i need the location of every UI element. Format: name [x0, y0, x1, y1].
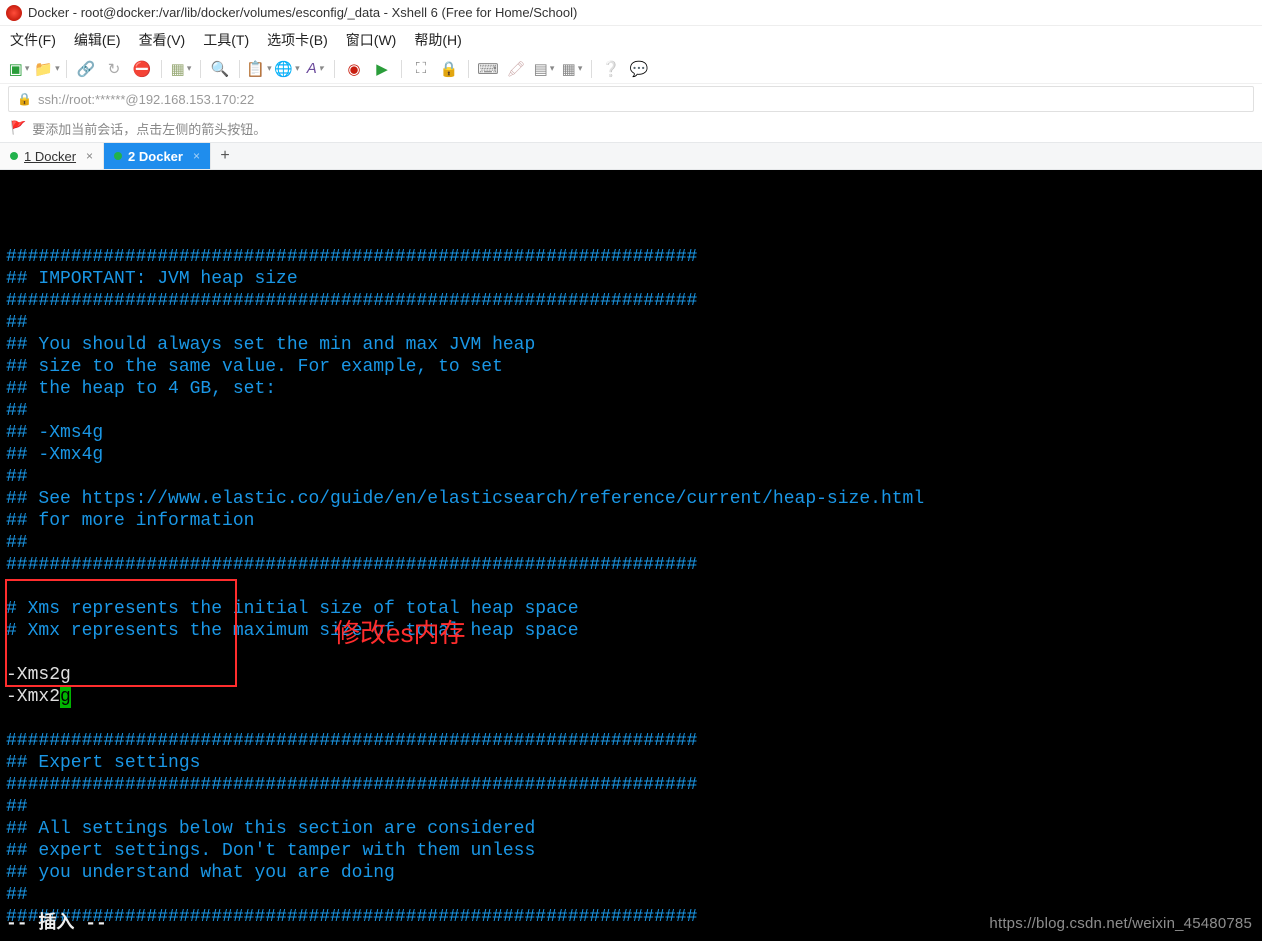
status-dot-icon — [114, 152, 122, 160]
toolbar-separator — [66, 60, 67, 78]
menu-file[interactable]: 文件(F) — [10, 30, 56, 50]
terminal-line: ## -Xms4g — [6, 422, 1256, 444]
lock-icon[interactable]: 🔒 — [438, 58, 460, 80]
app-logo-icon — [6, 5, 22, 21]
close-icon[interactable]: × — [193, 149, 200, 163]
menu-edit[interactable]: 编辑(E) — [74, 30, 121, 50]
toolbar-separator — [161, 60, 162, 78]
terminal-line: ## -Xmx4g — [6, 444, 1256, 466]
help-icon[interactable]: ❔ — [600, 58, 622, 80]
profile-icon[interactable]: ▦ — [170, 58, 192, 80]
new-tab-button[interactable]: + — [211, 143, 239, 169]
vim-mode-indicator: -- 插入 -- — [6, 913, 107, 935]
toolbar-separator — [239, 60, 240, 78]
terminal-line: -Xms2g — [6, 664, 1256, 686]
close-icon[interactable]: × — [86, 149, 93, 163]
font-icon[interactable]: A — [304, 58, 326, 80]
address-bar[interactable]: 🔒 ssh://root:******@192.168.153.170:22 — [8, 86, 1254, 112]
toolbar-separator — [200, 60, 201, 78]
comment-icon[interactable]: 💬 — [628, 58, 650, 80]
menu-help[interactable]: 帮助(H) — [414, 30, 461, 50]
disconnect-icon[interactable]: ⛔ — [131, 58, 153, 80]
terminal-line: ## You should always set the min and max… — [6, 334, 1256, 356]
tab-label: 2 Docker — [128, 149, 183, 164]
open-folder-icon[interactable]: 📁 — [36, 58, 58, 80]
terminal-line: -Xmx2g — [6, 686, 1256, 708]
terminal-line: ## — [6, 796, 1256, 818]
terminal-line: ########################################… — [6, 554, 1256, 576]
toolbar-separator — [468, 60, 469, 78]
status-dot-icon — [10, 152, 18, 160]
terminal-line — [6, 642, 1256, 664]
search-icon[interactable]: 🔍 — [209, 58, 231, 80]
toolbar-separator — [334, 60, 335, 78]
menu-tools[interactable]: 工具(T) — [203, 30, 249, 50]
terminal-line: ########################################… — [6, 774, 1256, 796]
terminal-line: ## expert settings. Don't tamper with th… — [6, 840, 1256, 862]
terminal-pane[interactable]: ########################################… — [0, 170, 1262, 941]
terminal-line: ## Expert settings — [6, 752, 1256, 774]
play-icon[interactable]: ▶ — [371, 58, 393, 80]
menu-tabs[interactable]: 选项卡(B) — [267, 30, 328, 50]
highlight-icon[interactable]: 🖍 — [505, 58, 527, 80]
terminal-line — [6, 576, 1256, 598]
terminal-line: ## All settings below this section are c… — [6, 818, 1256, 840]
window-title: Docker - root@docker:/var/lib/docker/vol… — [28, 5, 577, 20]
terminal-line: ########################################… — [6, 290, 1256, 312]
window-titlebar: Docker - root@docker:/var/lib/docker/vol… — [0, 0, 1262, 26]
terminal-line — [6, 224, 1256, 246]
terminal-line: # Xmx represents the maximum size of tot… — [6, 620, 1256, 642]
tab-strip: 1 Docker × 2 Docker × + — [0, 142, 1262, 170]
toolbar-separator — [401, 60, 402, 78]
tab-docker-2[interactable]: 2 Docker × — [104, 143, 211, 169]
tab-label: 1 Docker — [24, 149, 76, 164]
terminal-line: ## for more information — [6, 510, 1256, 532]
terminal-line: ########################################… — [6, 246, 1256, 268]
terminal-line: ## the heap to 4 GB, set: — [6, 378, 1256, 400]
terminal-line: ## — [6, 400, 1256, 422]
reconnect-icon[interactable]: ↻ — [103, 58, 125, 80]
terminal-line — [6, 708, 1256, 730]
grid-icon[interactable]: ▦ — [561, 58, 583, 80]
link-icon[interactable]: 🔗 — [75, 58, 97, 80]
globe-icon[interactable]: 🌐 — [276, 58, 298, 80]
terminal-line: ## — [6, 312, 1256, 334]
fullscreen-icon[interactable]: ⛶ — [410, 58, 432, 80]
panel-icon[interactable]: ▤ — [533, 58, 555, 80]
menu-bar: 文件(F) 编辑(E) 查看(V) 工具(T) 选项卡(B) 窗口(W) 帮助(… — [0, 26, 1262, 54]
menu-window[interactable]: 窗口(W) — [346, 30, 397, 50]
hint-bar: 🚩 要添加当前会话，点击左侧的箭头按钮。 — [0, 114, 1262, 142]
address-url: ssh://root:******@192.168.153.170:22 — [38, 92, 254, 107]
swirl-icon[interactable]: ◉ — [343, 58, 365, 80]
terminal-line: ## you understand what you are doing — [6, 862, 1256, 884]
lock-icon: 🔒 — [17, 92, 32, 106]
terminal-line: # Xms represents the initial size of tot… — [6, 598, 1256, 620]
terminal-line: ########################################… — [6, 730, 1256, 752]
terminal-line: ## — [6, 884, 1256, 906]
watermark-text: https://blog.csdn.net/weixin_45480785 — [989, 913, 1252, 935]
terminal-line: ## See https://www.elastic.co/guide/en/e… — [6, 488, 1256, 510]
new-session-icon[interactable]: ▣ — [8, 58, 30, 80]
terminal-cursor: g — [60, 686, 71, 708]
flag-icon: 🚩 — [10, 120, 26, 136]
tab-docker-1[interactable]: 1 Docker × — [0, 143, 104, 169]
terminal-line: ## — [6, 466, 1256, 488]
keyboard-icon[interactable]: ⌨ — [477, 58, 499, 80]
toolbar: ▣ 📁 🔗 ↻ ⛔ ▦ 🔍 📋 🌐 A ◉ ▶ ⛶ 🔒 ⌨ 🖍 ▤ ▦ ❔ 💬 — [0, 54, 1262, 84]
copy-icon[interactable]: 📋 — [248, 58, 270, 80]
menu-view[interactable]: 查看(V) — [139, 30, 186, 50]
toolbar-separator — [591, 60, 592, 78]
terminal-line: ## IMPORTANT: JVM heap size — [6, 268, 1256, 290]
terminal-line: ## — [6, 532, 1256, 554]
hint-text: 要添加当前会话，点击左侧的箭头按钮。 — [32, 119, 266, 138]
terminal-line: ## size to the same value. For example, … — [6, 356, 1256, 378]
